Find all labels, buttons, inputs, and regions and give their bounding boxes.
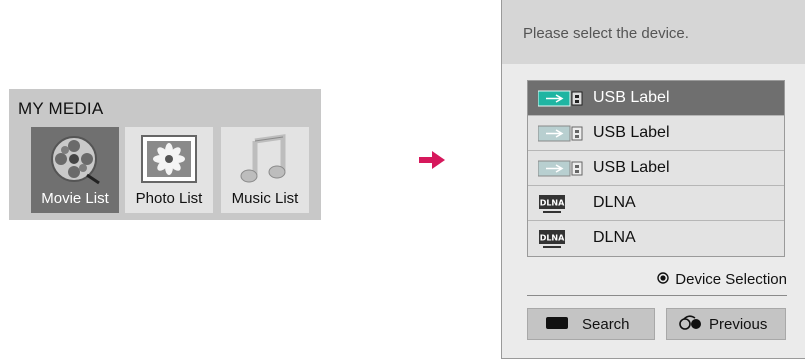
my-media-title: MY MEDIA (18, 99, 104, 118)
usb-icon (537, 160, 584, 182)
device-row-usb-1[interactable]: USB Label (528, 81, 784, 116)
dialog-prompt: Please select the device. (523, 25, 689, 42)
my-media-panel: MY MEDIA Movie List Photo List Music Lis… (9, 89, 321, 220)
photo-list-label: Photo List (135, 190, 203, 207)
blank-key-icon (546, 316, 568, 333)
device-label: DLNA (593, 229, 636, 246)
photo-list-tile[interactable]: Photo List (125, 127, 213, 213)
dialog-header: Please select the device. (502, 0, 805, 64)
ok-button-icon (657, 271, 669, 288)
device-label: USB Label (593, 159, 670, 176)
music-note-icon (237, 133, 293, 190)
device-row-dlna-2[interactable]: DLNA DLNA (528, 221, 784, 256)
device-label: DLNA (593, 194, 636, 211)
previous-button[interactable]: Previous (666, 308, 786, 340)
search-button[interactable]: Search (527, 308, 655, 340)
music-list-tile[interactable]: Music List (221, 127, 309, 213)
divider (527, 295, 787, 296)
svg-text:DLNA: DLNA (540, 199, 565, 208)
device-row-dlna-1[interactable]: DLNA DLNA (528, 186, 784, 221)
movie-list-label: Movie List (41, 190, 109, 207)
device-row-usb-2[interactable]: USB Label (528, 116, 784, 151)
usb-icon (537, 125, 584, 147)
svg-text:DLNA: DLNA (540, 234, 565, 243)
device-label: USB Label (593, 124, 670, 141)
device-list: USB Label USB Label USB Label DLNA DLNA … (527, 80, 785, 257)
device-selection-hint: Device Selection (657, 271, 787, 288)
device-row-usb-3[interactable]: USB Label (528, 151, 784, 186)
dlna-icon: DLNA (538, 195, 568, 219)
film-reel-icon (47, 133, 103, 192)
dialog-body: USB Label USB Label USB Label DLNA DLNA … (502, 64, 805, 358)
device-selection-label: Device Selection (675, 271, 787, 288)
device-select-dialog: Please select the device. USB Label USB … (501, 0, 805, 359)
movie-list-tile[interactable]: Movie List (31, 127, 119, 213)
photo-icon (139, 133, 199, 190)
device-label: USB Label (593, 89, 670, 106)
arrow-right-icon (419, 151, 445, 174)
usb-icon (537, 90, 584, 112)
search-button-label: Search (582, 315, 630, 333)
previous-button-label: Previous (709, 315, 768, 333)
dlna-icon: DLNA (538, 230, 568, 254)
back-icon (679, 314, 703, 334)
music-list-label: Music List (231, 190, 299, 207)
